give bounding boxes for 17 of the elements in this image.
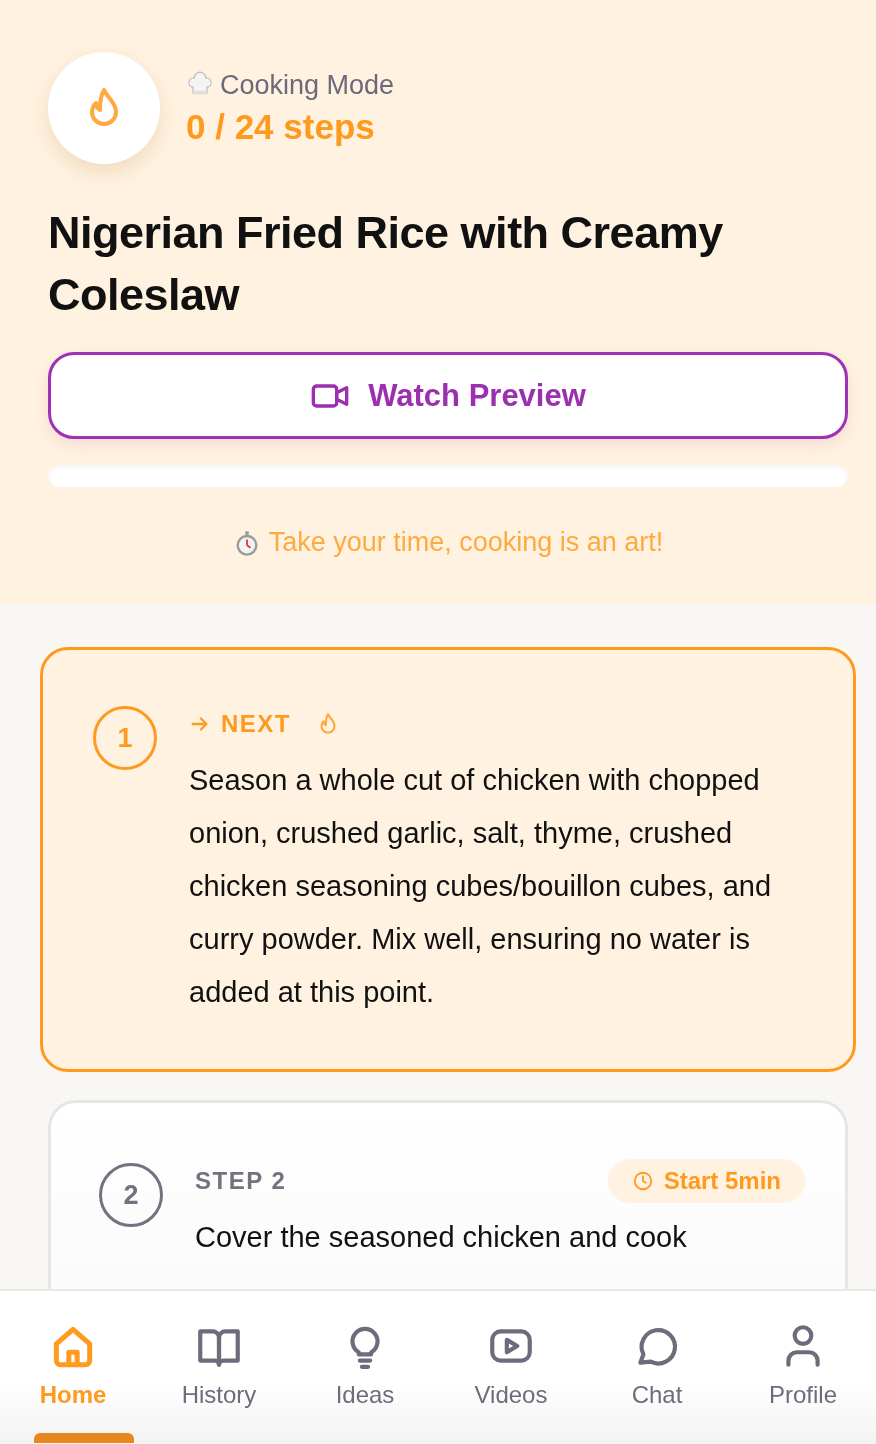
step-label: STEP 2	[195, 1167, 287, 1195]
nav-tab[interactable]: Profile	[730, 1291, 876, 1443]
tip-text: Take your time, cooking is an art!	[268, 527, 664, 558]
step-number: 2	[99, 1163, 163, 1227]
step-number: 1	[93, 706, 157, 770]
step-instructions: Season a whole cut of chicken with chopped onion, crushed garlic, salt, thyme, crushed chicken seasoning cubes/bouillon cubes, and curry powder. Mix well, ensuring no water is added at this point.	[189, 763, 772, 1010]
clock-icon	[631, 1170, 654, 1192]
recipe-title: Nigerian Fried Rice with Creamy Coleslaw	[48, 206, 724, 322]
watch-preview-button[interactable]: Watch Preview	[48, 352, 848, 439]
nav-tab[interactable]: Videos	[438, 1291, 584, 1443]
nav-tab[interactable]: Ideas	[292, 1291, 438, 1443]
step-counter: 0 / 24 steps	[186, 106, 376, 147]
step-instructions: Cover the seasoned chicken and cook	[195, 1220, 688, 1255]
step-label: NEXT	[221, 710, 291, 738]
nav-tab[interactable]: Chat	[584, 1291, 730, 1443]
nav-tab[interactable]: History	[146, 1291, 292, 1443]
mode-label: Cooking Mode	[220, 69, 395, 101]
